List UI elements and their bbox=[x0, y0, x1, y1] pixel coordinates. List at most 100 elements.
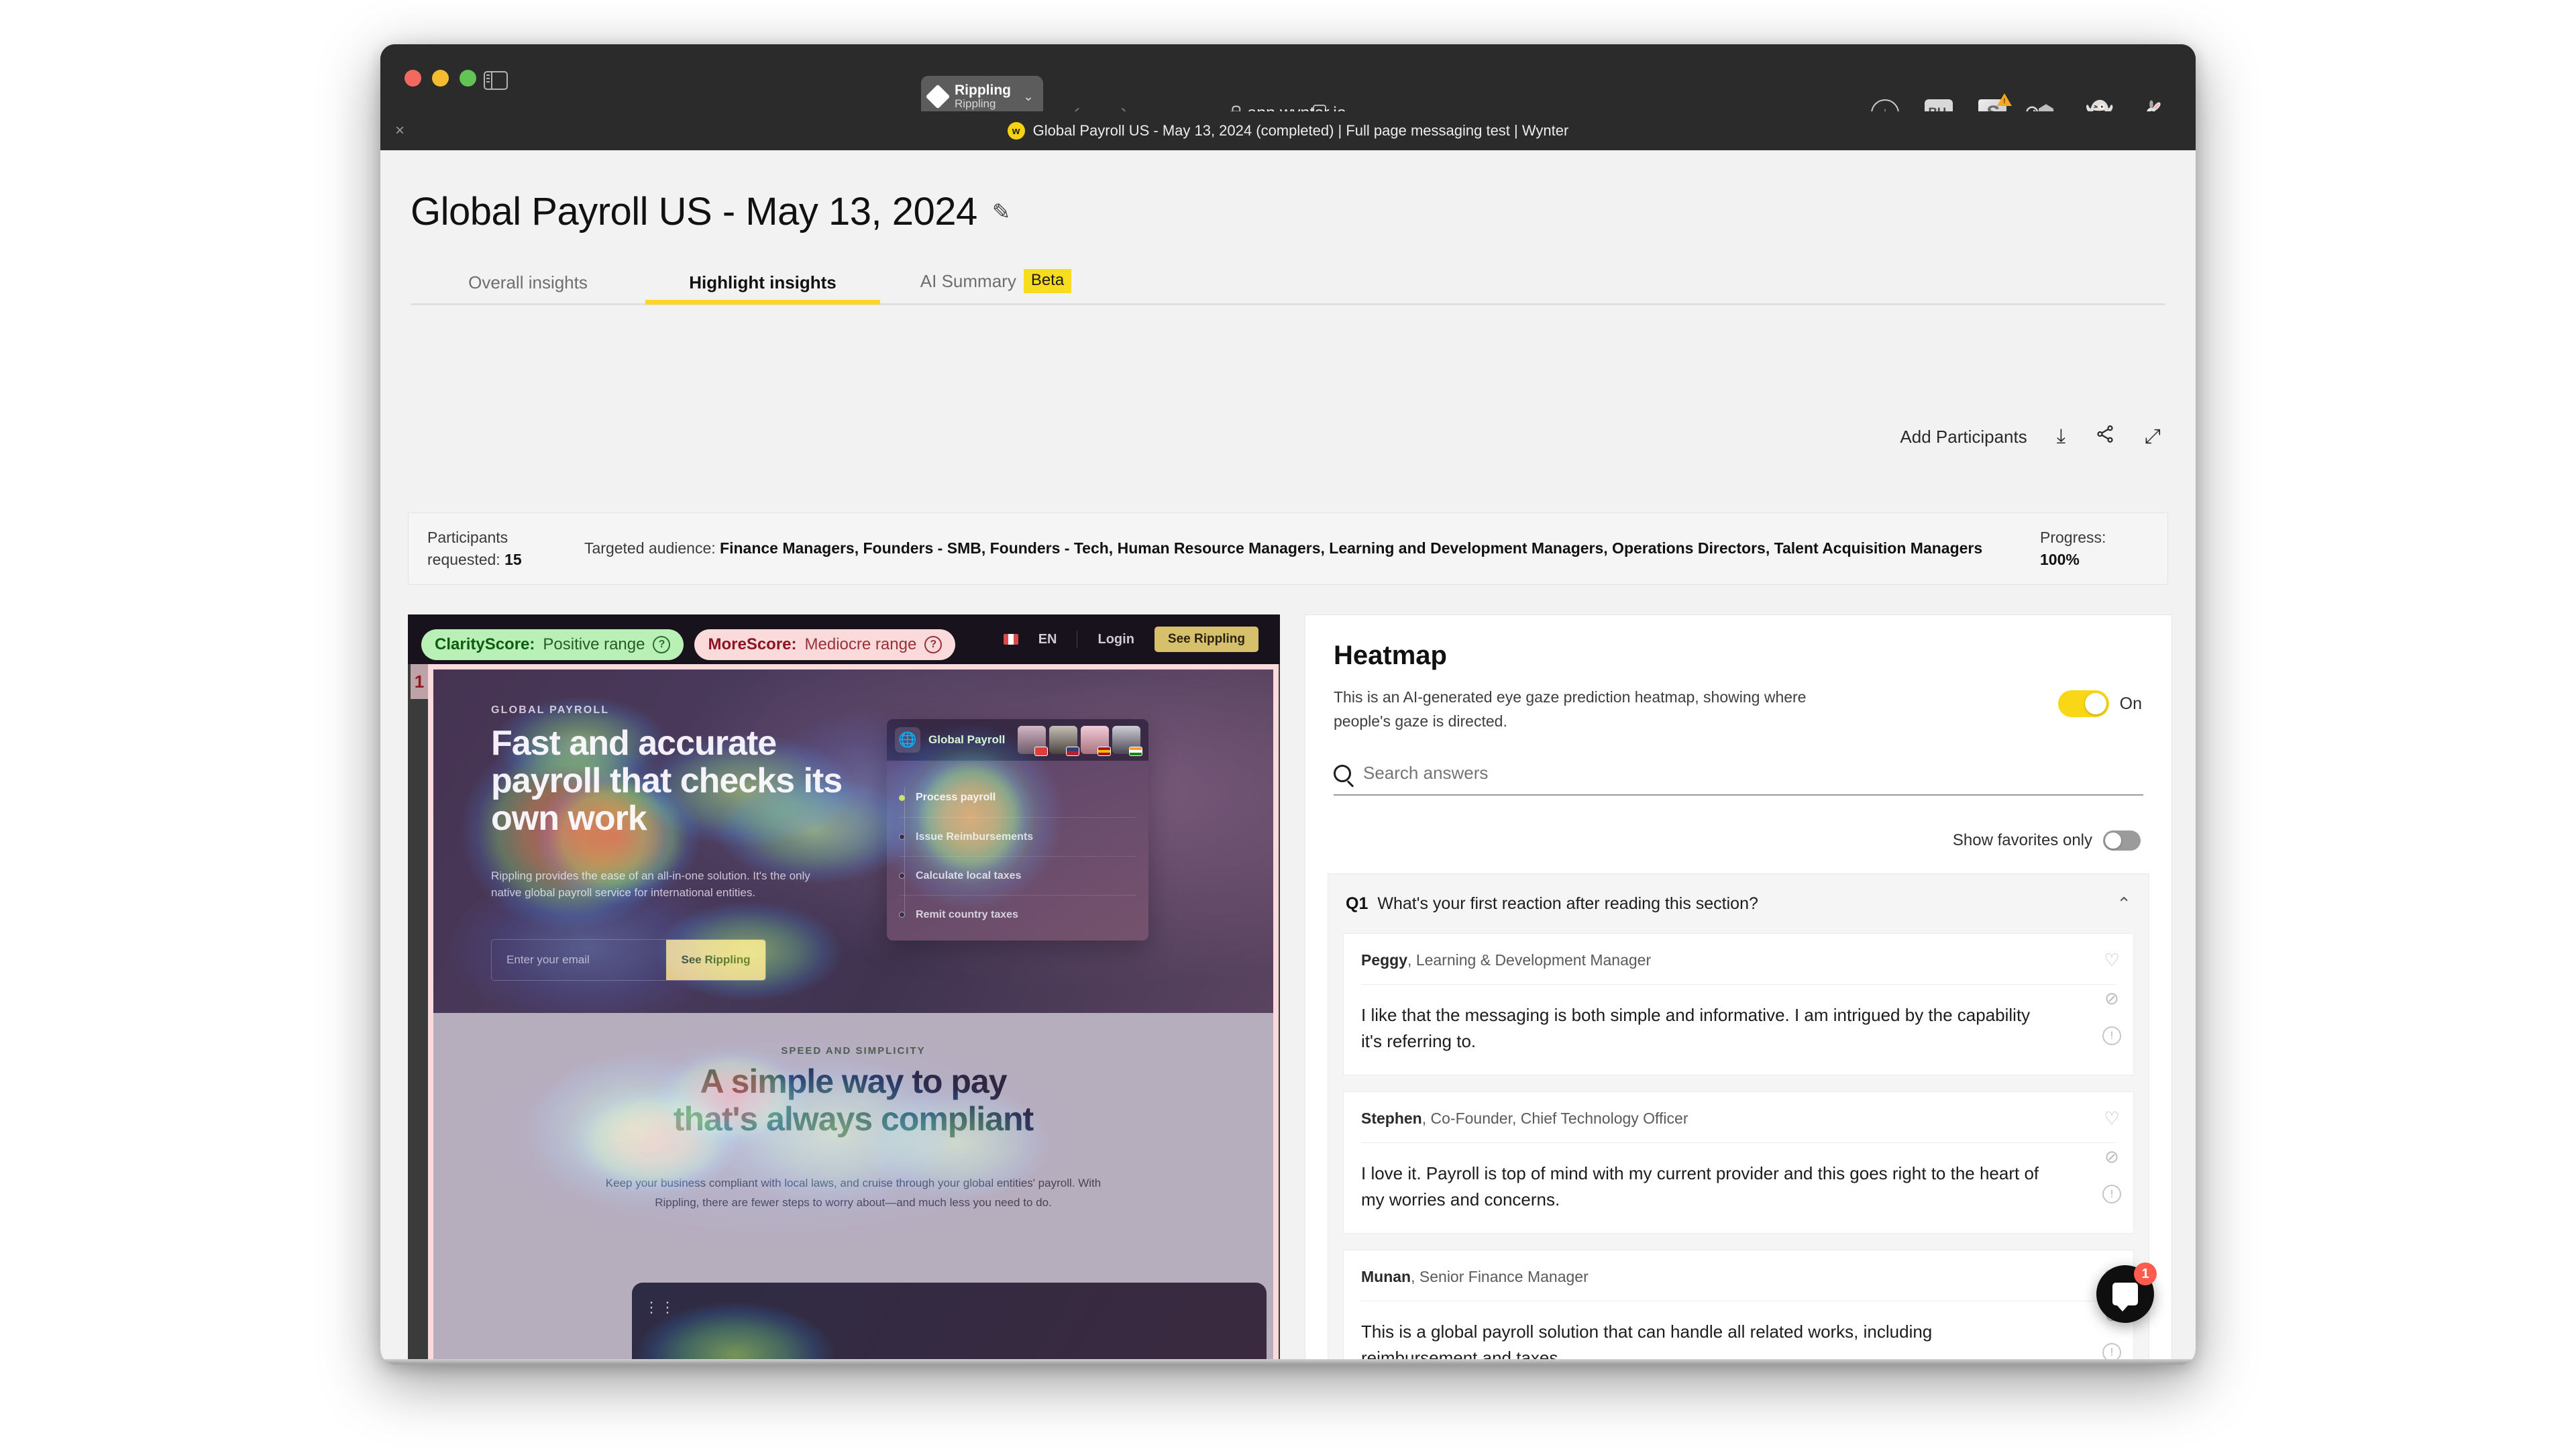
answer-author-role: Senior Finance Manager bbox=[1419, 1268, 1589, 1286]
step-dot-icon bbox=[899, 912, 905, 918]
answer-actions: ♡ ⊘ ! bbox=[2102, 1108, 2121, 1204]
avatar bbox=[1018, 726, 1048, 756]
minimize-window-button[interactable] bbox=[432, 70, 449, 87]
answer-actions: ♡ ⊘ ! bbox=[2102, 950, 2121, 1046]
heatmap-settings-header: Heatmap This is an AI-generated eye gaze… bbox=[1305, 615, 2171, 733]
globe-icon: 🌐 bbox=[895, 727, 920, 753]
page-title-row: Global Payroll US - May 13, 2024 ✎ bbox=[411, 189, 1010, 234]
payroll-steps-list: Process payroll Issue Reimbursements Cal… bbox=[887, 761, 1148, 934]
chevron-up-icon[interactable]: ⌃ bbox=[2116, 894, 2131, 914]
hero-subhead: Rippling provides the ease of an all-in-… bbox=[491, 869, 810, 899]
search-answers-row[interactable] bbox=[1334, 763, 2143, 796]
targeted-audience: Targeted audience: Finance Managers, Fou… bbox=[584, 537, 2040, 559]
tab-overall-insights[interactable]: Overall insights bbox=[411, 272, 645, 305]
profile-subtitle: Rippling bbox=[955, 97, 996, 111]
hide-answer-icon[interactable]: ⊘ bbox=[2104, 1146, 2119, 1167]
audience-value: Finance Managers, Founders - SMB, Founde… bbox=[720, 539, 1983, 557]
add-participants-button[interactable]: Add Participants bbox=[1900, 427, 2027, 447]
section-2: SPEED AND SIMPLICITY A simple way to pay… bbox=[433, 1013, 1273, 1275]
page-header-actions: Add Participants ⤓ ⤢ bbox=[1900, 424, 2161, 449]
chat-bubble-icon bbox=[2112, 1283, 2138, 1311]
report-answer-icon[interactable]: ! bbox=[2102, 1185, 2121, 1204]
window-controls[interactable] bbox=[405, 70, 476, 87]
site-login-link: Login bbox=[1097, 631, 1134, 647]
more-score-value: Mediocre range bbox=[804, 635, 917, 653]
flag-icon bbox=[1097, 747, 1111, 756]
help-icon[interactable]: ? bbox=[924, 636, 943, 653]
heatmap-toggle[interactable] bbox=[2057, 690, 2109, 717]
answer-author-name: Munan bbox=[1361, 1268, 1411, 1286]
question-block: Q1 What's your first reaction after read… bbox=[1328, 873, 2149, 1364]
favorite-heart-icon[interactable]: ♡ bbox=[2104, 1108, 2119, 1129]
list-item: Remit country taxes bbox=[899, 895, 1136, 934]
clarity-score-label: ClarityScore: bbox=[435, 635, 535, 653]
avatar-group bbox=[1018, 726, 1142, 756]
help-icon[interactable]: ? bbox=[653, 636, 671, 653]
step-label: Issue Reimbursements bbox=[916, 830, 1034, 843]
answer-author-role: Learning & Development Manager bbox=[1415, 951, 1652, 969]
answer-author-name: Peggy bbox=[1361, 951, 1408, 969]
answer-text: I love it. Payroll is top of mind with m… bbox=[1361, 1163, 2039, 1210]
progress-value: 100% bbox=[2040, 551, 2080, 568]
maximize-window-button[interactable] bbox=[460, 70, 476, 87]
answer-card: Munan, Senior Finance Manager This is a … bbox=[1343, 1250, 2134, 1364]
clarity-score-value: Positive range bbox=[543, 635, 645, 653]
heatmap-preview-panel[interactable]: EN Login See Rippling ClarityScore: Posi… bbox=[408, 614, 1280, 1364]
question-text: What's your first reaction after reading… bbox=[1377, 894, 1758, 913]
unread-badge: 1 bbox=[2134, 1263, 2157, 1285]
study-infobar: Participants requested: 15 Targeted audi… bbox=[408, 513, 2168, 585]
section2-body: Keep your business compliant with local … bbox=[605, 1177, 1102, 1209]
share-icon[interactable] bbox=[2095, 424, 2115, 449]
report-answer-icon[interactable]: ! bbox=[2102, 1026, 2121, 1046]
list-item: Issue Reimbursements bbox=[899, 817, 1136, 856]
diamond-icon bbox=[925, 84, 951, 109]
close-window-button[interactable] bbox=[405, 70, 421, 87]
step-label: Process payroll bbox=[916, 792, 996, 803]
heatmap-toggle-wrap[interactable]: On bbox=[2057, 690, 2142, 717]
hero-cta-button: See Rippling bbox=[666, 940, 765, 980]
clarity-score-badge[interactable]: ClarityScore: Positive range ? bbox=[421, 629, 684, 660]
browser-window: Rippling Rippling ⌄ ‹ › app.wynter.io ⟳ … bbox=[380, 44, 2196, 1364]
avatar bbox=[1081, 726, 1111, 756]
tab-title-text: Global Payroll US - May 13, 2024 (comple… bbox=[1032, 122, 1569, 139]
answer-text: I like that the messaging is both simple… bbox=[1361, 1005, 2031, 1052]
intercom-chat-button[interactable]: 1 bbox=[2096, 1263, 2157, 1323]
download-icon[interactable]: ⤓ bbox=[2057, 425, 2065, 448]
participants-requested: Participants requested: 15 bbox=[409, 527, 584, 572]
browser-tab[interactable]: w Global Payroll US - May 13, 2024 (comp… bbox=[1007, 122, 1569, 140]
hide-answer-icon[interactable]: ⊘ bbox=[2104, 988, 2119, 1009]
question-number: Q1 bbox=[1346, 894, 1368, 913]
edit-pencil-icon[interactable]: ✎ bbox=[992, 199, 1011, 225]
flag-icon bbox=[1003, 634, 1018, 645]
chevron-down-icon[interactable]: ⌄ bbox=[1023, 89, 1034, 105]
tab-highlight-insights[interactable]: Highlight insights bbox=[645, 272, 880, 305]
participants-label: Participants requested: bbox=[427, 528, 508, 568]
participants-value: 15 bbox=[504, 551, 522, 568]
site-lang: EN bbox=[1038, 631, 1057, 647]
screenshot-frame: GLOBAL PAYROLL Fast and accurate payroll… bbox=[428, 664, 1279, 1364]
show-favorites-row[interactable]: Show favorites only bbox=[1305, 830, 2141, 851]
sidebar-toggle-icon[interactable] bbox=[484, 71, 508, 90]
more-score-badge[interactable]: MoreScore: Mediocre range ? bbox=[694, 629, 956, 660]
hero-kicker: GLOBAL PAYROLL bbox=[491, 704, 610, 716]
show-favorites-toggle[interactable] bbox=[2103, 830, 2141, 851]
section2-headline-line2: that's always compliant bbox=[673, 1100, 1034, 1138]
warning-icon bbox=[1997, 93, 2012, 106]
close-tab-button[interactable]: × bbox=[395, 121, 405, 140]
answer-text: This is a global payroll solution that c… bbox=[1361, 1322, 1933, 1364]
section2-kicker: SPEED AND SIMPLICITY bbox=[781, 1045, 926, 1057]
question-header[interactable]: Q1 What's your first reaction after read… bbox=[1328, 874, 2149, 933]
progress-label: Progress: bbox=[2040, 528, 2106, 546]
expand-icon[interactable]: ⤢ bbox=[2145, 425, 2161, 448]
beta-badge: Beta bbox=[1023, 269, 1072, 293]
favorite-heart-icon[interactable]: ♡ bbox=[2104, 950, 2119, 971]
answer-author: Peggy, Learning & Development Manager bbox=[1361, 951, 1652, 969]
tab-ai-summary[interactable]: AI Summary Beta bbox=[880, 269, 1112, 305]
hero-email-form: Enter your email See Rippling bbox=[491, 939, 766, 981]
hero-email-placeholder: Enter your email bbox=[506, 953, 590, 966]
step-dot-icon bbox=[899, 873, 905, 879]
flag-icon bbox=[1034, 747, 1048, 756]
window-bottom-edge bbox=[380, 1359, 2196, 1364]
search-input[interactable] bbox=[1363, 763, 2143, 784]
score-badges: ClarityScore: Positive range ? MoreScore… bbox=[421, 629, 956, 660]
